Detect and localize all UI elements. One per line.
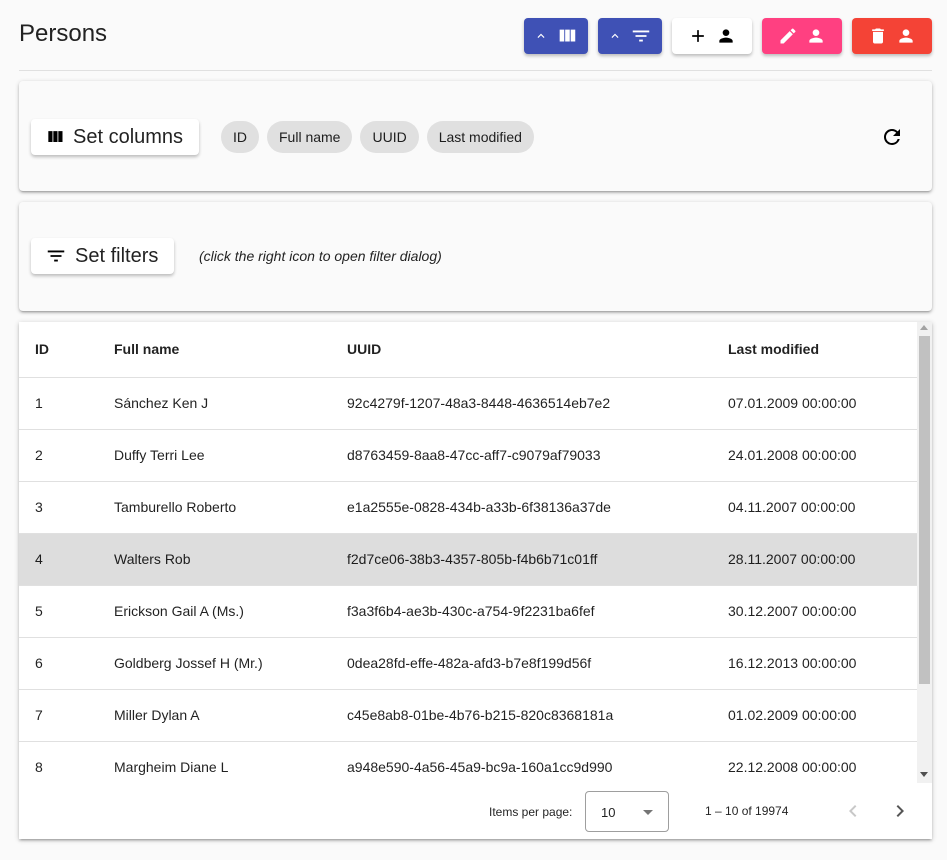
cell-full-name: Margheim Diane L (114, 741, 347, 783)
dropdown-caret-icon (643, 810, 653, 815)
cell-last-modified: 30.12.2007 00:00:00 (728, 585, 917, 638)
edit-person-button[interactable] (762, 18, 842, 54)
filter-list-icon (47, 250, 65, 262)
cell-uuid: d8763459-8aa8-47cc-aff7-c9079af79033 (347, 429, 728, 482)
cell-uuid: e1a2555e-0828-434b-a33b-6f38136a37de (347, 481, 728, 534)
cell-uuid: f2d7ce06-38b3-4357-805b-f4b6b71c01ff (347, 533, 728, 586)
add-person-button[interactable] (672, 18, 752, 54)
column-chips: ID Full name UUID Last modified (221, 121, 534, 153)
cell-last-modified: 22.12.2008 00:00:00 (728, 741, 917, 783)
cell-last-modified: 28.11.2007 00:00:00 (728, 533, 917, 586)
column-chip-full-name[interactable]: Full name (267, 121, 353, 153)
table-row[interactable]: 3 Tamburello Roberto e1a2555e-0828-434b-a3… (19, 481, 917, 534)
page-size-select[interactable]: 10 (585, 791, 669, 832)
items-per-page-label: Items per page: (489, 805, 573, 819)
person-icon (809, 29, 823, 43)
cell-uuid: a948e590-4a56-45a9-bc9a-160a1cc9d990 (347, 741, 728, 783)
next-page-icon[interactable] (888, 799, 912, 823)
view-column-icon (559, 29, 576, 42)
columns-panel: Set columns ID Full name UUID Last modif… (19, 81, 932, 191)
cell-uuid: 92c4279f-1207-48a3-8448-4636514eb7e2 (347, 377, 728, 430)
cell-full-name: Walters Rob (114, 533, 347, 586)
delete-person-button[interactable] (852, 18, 932, 54)
cell-last-modified: 04.11.2007 00:00:00 (728, 481, 917, 534)
toolbar (524, 18, 932, 54)
table-row[interactable]: 8 Margheim Diane La948e590-4a56-45a9-bc9a… (19, 741, 917, 783)
toggle-columns-button[interactable] (524, 18, 588, 54)
scroll-up-arrow-icon[interactable] (920, 325, 928, 330)
cell-last-modified: 16.12.2013 00:00:00 (728, 637, 917, 690)
cell-id: 6 (19, 637, 114, 690)
table-row[interactable]: 7 Miller Dylan Ac45e8ab8-01be-4b76-b215-8… (19, 689, 917, 742)
person-icon (719, 29, 733, 43)
cell-last-modified: 24.01.2008 00:00:00 (728, 429, 917, 482)
cell-last-modified: 07.01.2009 00:00:00 (728, 377, 917, 430)
cell-id: 7 (19, 689, 114, 742)
chevron-up-icon (611, 33, 619, 38)
cell-last-modified: 01.02.2009 00:00:00 (728, 689, 917, 742)
page-title: Persons (19, 20, 108, 47)
table-row[interactable]: 6 Goldberg Jossef H (Mr.) 0dea28fd-effe-48… (19, 637, 917, 690)
persons-table: ID Full name UUID Last modified 1 Sánchez… (19, 322, 917, 783)
cell-id: 5 (19, 585, 114, 638)
column-chip-last-modified[interactable]: Last modified (426, 121, 534, 153)
cell-full-name: Sánchez Ken J (114, 377, 347, 430)
cell-uuid: c45e8ab8-01be-4b76-b215-820c8368181a (347, 689, 728, 742)
filter-list-icon (632, 30, 650, 42)
table-row[interactable]: 4 Walters Rob f2d7ce06-38b3-4357-805b-f4b6… (19, 533, 917, 586)
column-chip-uuid[interactable]: UUID (360, 121, 419, 153)
trash-icon (872, 28, 884, 44)
scroll-down-arrow-icon[interactable] (920, 772, 928, 777)
table-scrollbar[interactable] (917, 322, 932, 783)
cell-full-name: Tamburello Roberto (114, 481, 347, 534)
table-row[interactable]: 2 Duffy Terri Lee d8763459-8aa8-47cc-aff7-… (19, 429, 917, 482)
view-column-icon (48, 131, 63, 142)
set-filters-button[interactable]: Set filters (31, 238, 175, 274)
page-header: Persons (19, 0, 932, 71)
cell-id: 4 (19, 533, 114, 586)
scrollbar-thumb[interactable] (919, 336, 930, 684)
table-scroll-area: ID Full name UUID Last modified 1 Sánchez… (19, 322, 917, 783)
table-body: 1 Sánchez Ken J 92c4279f-1207-48a3-8448-46… (19, 377, 917, 783)
refresh-icon[interactable] (880, 125, 904, 149)
toggle-filters-button[interactable] (598, 18, 662, 54)
chevron-up-icon (537, 33, 545, 38)
plus-icon (692, 30, 704, 42)
set-columns-label: Set columns (73, 125, 184, 148)
header-last-modified[interactable]: Last modified (728, 322, 917, 378)
pencil-icon (780, 28, 796, 44)
cell-full-name: Miller Dylan A (114, 689, 347, 742)
person-icon (899, 29, 913, 43)
table-header-row: ID Full name UUID Last modified (19, 322, 917, 378)
cell-id: 2 (19, 429, 114, 482)
filters-panel: Set filters (click the right icon to ope… (19, 202, 932, 311)
cell-full-name: Goldberg Jossef H (Mr.) (114, 637, 347, 690)
set-columns-button[interactable]: Set columns (31, 119, 200, 155)
header-id[interactable]: ID (19, 322, 114, 378)
page-size-value: 10 (601, 805, 616, 820)
header-full-name[interactable]: Full name (114, 322, 347, 378)
paginator: Items per page: 10 1 – 10 of 19974 (19, 783, 932, 839)
cell-id: 3 (19, 481, 114, 534)
cell-full-name: Erickson Gail A (Ms.) (114, 585, 347, 638)
cell-id: 1 (19, 377, 114, 430)
cell-id: 8 (19, 741, 114, 783)
previous-page-icon[interactable] (841, 799, 865, 823)
table-row[interactable]: 1 Sánchez Ken J 92c4279f-1207-48a3-8448-46… (19, 377, 917, 430)
persons-table-card: ID Full name UUID Last modified 1 Sánchez… (19, 322, 932, 839)
table-row[interactable]: 5 Erickson Gail A (Ms.) f3a3f6b4-ae3b-430c… (19, 585, 917, 638)
filter-hint: (click the right icon to open filter dia… (199, 248, 442, 264)
column-chip-id[interactable]: ID (221, 121, 259, 153)
header-uuid[interactable]: UUID (347, 322, 728, 378)
cell-uuid: f3a3f6b4-ae3b-430c-a754-9f2231ba6fef (347, 585, 728, 638)
set-filters-label: Set filters (75, 244, 159, 267)
page-range-label: 1 – 10 of 19974 (705, 804, 789, 818)
cell-full-name: Duffy Terri Lee (114, 429, 347, 482)
cell-uuid: 0dea28fd-effe-482a-afd3-b7e8f199d56f (347, 637, 728, 690)
